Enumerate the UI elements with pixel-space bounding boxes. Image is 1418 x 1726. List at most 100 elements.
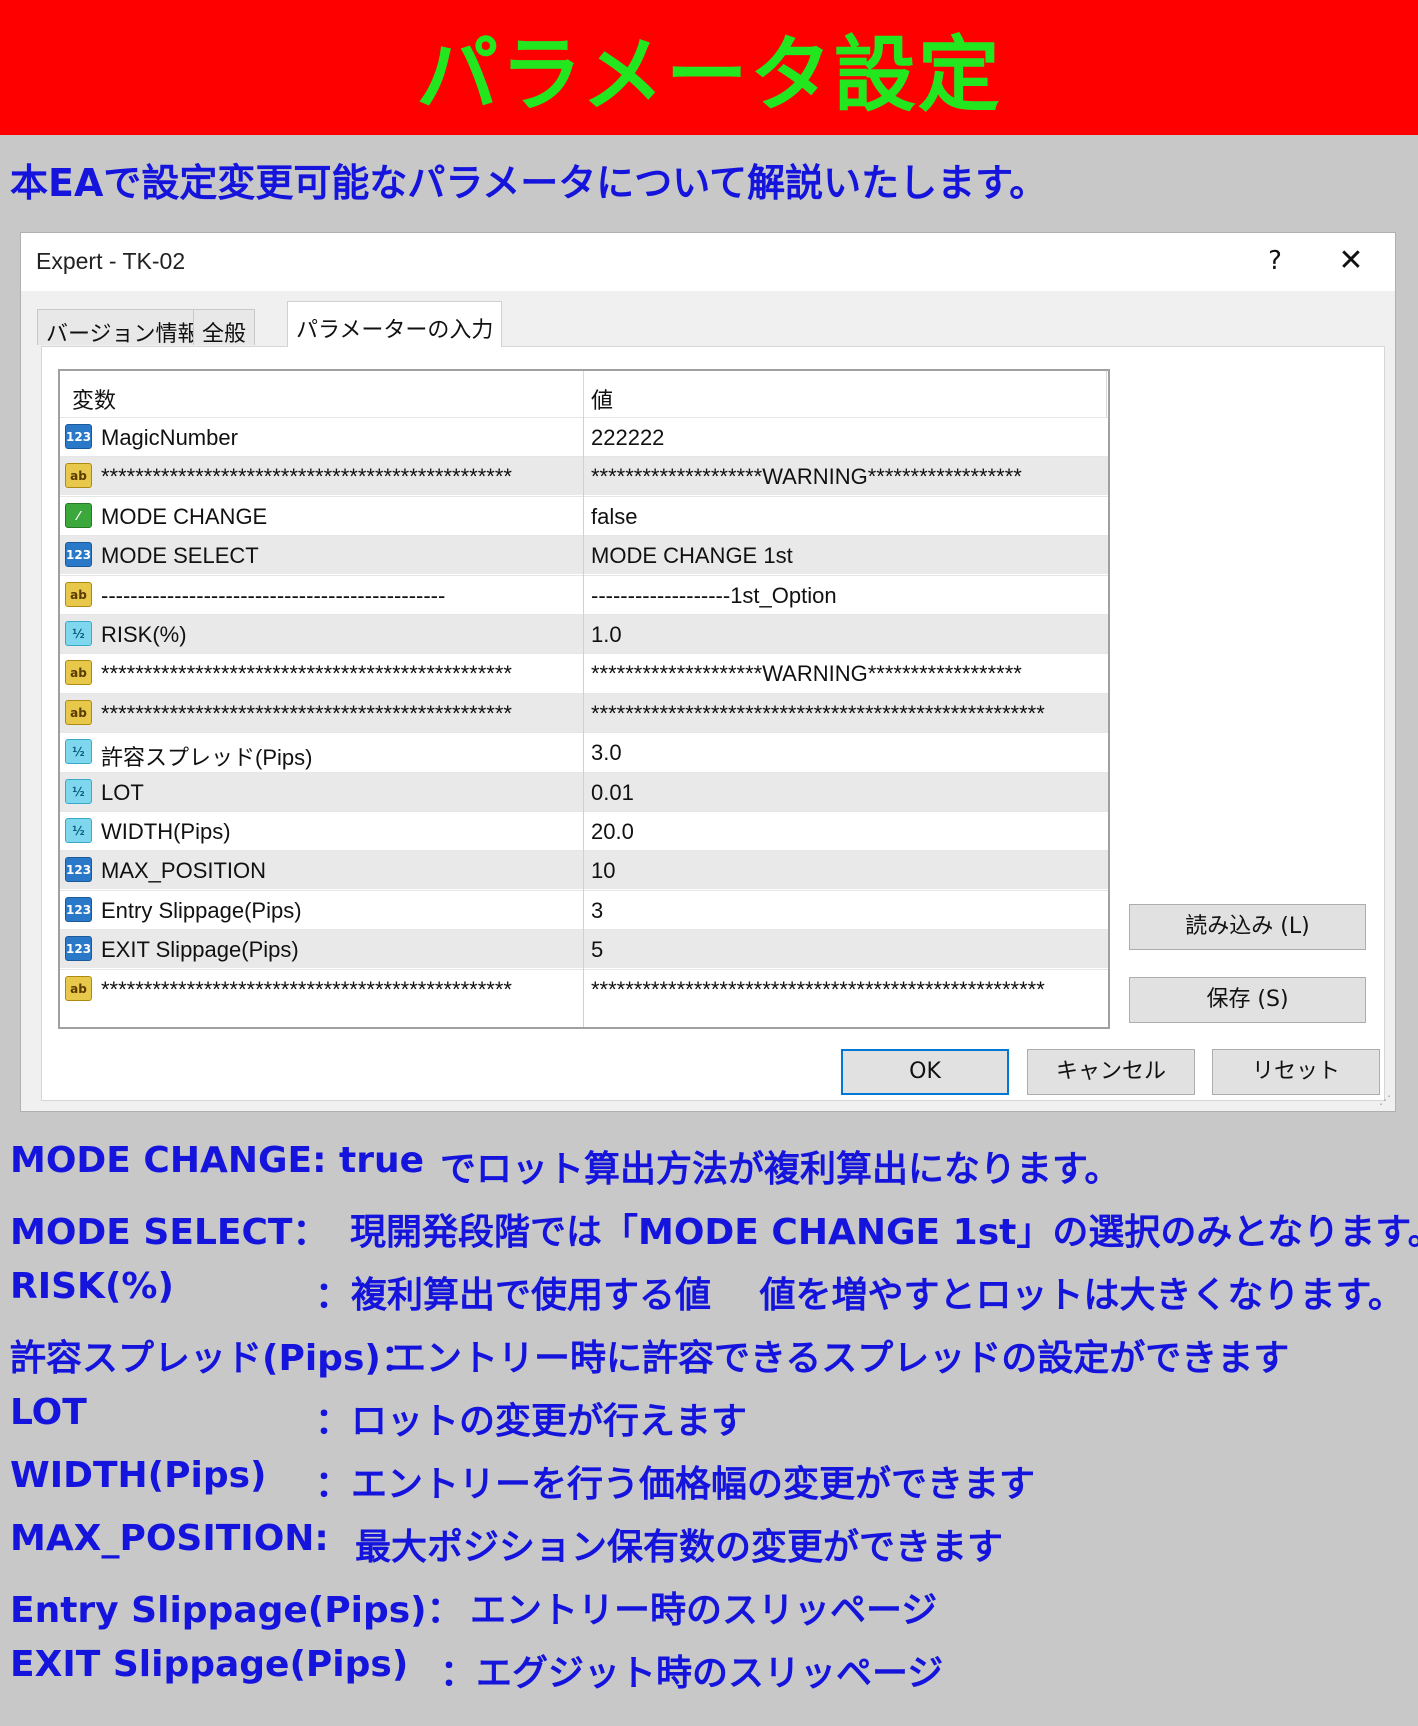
ok-button[interactable]: OK xyxy=(841,1049,1009,1095)
parameter-name: ****************************************… xyxy=(101,700,512,726)
parameter-row[interactable]: ⁄ MODE CHANGE false xyxy=(60,495,1108,535)
string-type-icon: ab xyxy=(65,581,92,607)
note-key: EXIT Slippage(Pips) xyxy=(10,1644,409,1685)
parameter-name: ****************************************… xyxy=(101,976,512,1002)
integer-type-icon: 123 xyxy=(65,542,92,568)
parameter-name: RISK(%) xyxy=(101,622,187,647)
note-desc: ：エグジット時のスリッページ xyxy=(440,1653,944,1694)
string-type-icon: ab xyxy=(65,699,92,725)
parameter-row[interactable]: ½ LOT 0.01 xyxy=(60,771,1108,811)
cancel-button[interactable]: キャンセル xyxy=(1027,1049,1195,1095)
note-desc: 最大ポジション保有数の変更ができます xyxy=(355,1527,1004,1568)
parameter-value[interactable]: 3.0 xyxy=(591,740,622,766)
reset-button[interactable]: リセット xyxy=(1212,1049,1380,1095)
integer-type-icon: 123 xyxy=(65,857,92,883)
parameter-name: ****************************************… xyxy=(101,661,512,687)
parameter-row[interactable]: 123 Entry Slippage(Pips) 3 xyxy=(60,889,1108,929)
parameter-row[interactable]: ½ RISK(%) 1.0 xyxy=(60,614,1108,653)
column-divider-end xyxy=(1106,371,1107,417)
parameter-name: Entry Slippage(Pips) xyxy=(101,897,302,923)
parameter-name: MODE CHANGE xyxy=(101,503,268,529)
note-desc: ：エントリーを行う価格幅の変更ができます xyxy=(315,1464,1036,1505)
parameter-value[interactable]: ********************WARNING*************… xyxy=(591,661,1022,687)
grid-header: 変数 値 xyxy=(60,371,1108,417)
parameter-row[interactable]: ½ WIDTH(Pips) 20.0 xyxy=(60,811,1108,850)
tab-version-info[interactable]: バージョン情報 xyxy=(37,309,209,347)
parameter-value[interactable]: 20.0 xyxy=(591,819,634,845)
parameter-value[interactable]: ****************************************… xyxy=(591,701,1045,727)
parameter-row[interactable]: ab **************************************… xyxy=(60,968,1108,1008)
parameter-name: WIDTH(Pips) xyxy=(101,819,231,844)
note-desc: ：ロットの変更が行えます xyxy=(315,1401,748,1442)
parameter-row[interactable]: ab **************************************… xyxy=(60,653,1108,692)
parameter-row[interactable]: 123 MODE SELECT MODE CHANGE 1st xyxy=(60,535,1108,575)
note-key: MODE CHANGE: true xyxy=(10,1140,425,1181)
parameter-name: EXIT Slippage(Pips) xyxy=(101,937,299,963)
close-button[interactable]: ✕ xyxy=(1331,243,1371,279)
parameter-value[interactable]: 1.0 xyxy=(591,622,622,648)
note-key: LOT xyxy=(10,1392,87,1433)
parameter-value[interactable]: 5 xyxy=(591,937,603,963)
parameter-value[interactable]: ********************WARNING*************… xyxy=(591,464,1022,490)
parameter-value[interactable]: MODE CHANGE 1st xyxy=(591,543,793,569)
parameter-name: MagicNumber xyxy=(101,425,238,450)
note-desc: でロット算出方法が複利算出になります。 xyxy=(440,1149,1121,1190)
note-key: MODE SELECT： xyxy=(10,1212,329,1253)
note-desc: ：複利算出で使用する値 値を増やすとロットは大きくなります。 xyxy=(315,1275,1404,1316)
parameters-grid: 変数 値 123 MagicNumber 222222 ab *************… xyxy=(58,369,1110,1029)
double-type-icon: ½ xyxy=(65,778,92,804)
parameter-value[interactable]: 10 xyxy=(591,858,615,884)
dialog-titlebar: Expert - TK-02 ? ✕ xyxy=(21,233,1395,291)
note-desc: エントリー時に許容できるスプレッドの設定ができます xyxy=(390,1338,1290,1379)
column-header-value[interactable]: 値 xyxy=(591,383,613,415)
boolean-type-icon: ⁄ xyxy=(65,502,92,528)
title-banner: パラメータ設定 xyxy=(0,0,1418,135)
tab-parameters[interactable]: パラメーターの入力 xyxy=(287,301,503,347)
note-desc: エントリー時のスリッページ xyxy=(470,1590,938,1631)
string-type-icon: ab xyxy=(65,975,92,1001)
tab-general[interactable]: 全般 xyxy=(193,309,256,347)
column-header-variable[interactable]: 変数 xyxy=(72,383,116,415)
banner-title: パラメータ設定 xyxy=(416,28,1002,123)
note-key: MAX_POSITION: xyxy=(10,1518,329,1559)
parameter-name: MAX_POSITION xyxy=(101,858,267,884)
note-key: RISK(%) xyxy=(10,1266,174,1307)
parameter-name: 許容スプレッド(Pips) xyxy=(101,745,313,771)
parameter-row[interactable]: ab **************************************… xyxy=(60,456,1108,496)
parameter-row[interactable]: ab --------------------------------------… xyxy=(60,574,1108,614)
parameter-row[interactable]: 123 MagicNumber 222222 xyxy=(60,417,1108,456)
parameter-value[interactable]: 222222 xyxy=(591,425,664,451)
parameter-value[interactable]: -------------------1st_Option xyxy=(591,583,837,609)
intro-text: 本EAで設定変更可能なパラメータについて解説いたします。 xyxy=(10,161,1048,205)
double-type-icon: ½ xyxy=(65,818,92,843)
save-button[interactable]: 保存 (S) xyxy=(1129,977,1366,1023)
note-key: WIDTH(Pips) xyxy=(10,1455,267,1496)
parameter-name: ----------------------------------------… xyxy=(101,582,446,608)
column-separator xyxy=(583,417,584,1027)
column-divider[interactable] xyxy=(583,371,584,417)
resize-grip-icon[interactable]: ⋰ xyxy=(1379,1093,1391,1107)
parameter-value[interactable]: false xyxy=(591,504,637,530)
string-type-icon: ab xyxy=(65,660,92,686)
parameter-row[interactable]: 123 EXIT Slippage(Pips) 5 xyxy=(60,929,1108,969)
help-button[interactable]: ? xyxy=(1255,243,1295,279)
load-button[interactable]: 読み込み (L) xyxy=(1129,904,1366,950)
note-key: Entry Slippage(Pips)： xyxy=(10,1590,463,1631)
double-type-icon: ½ xyxy=(65,739,92,765)
parameter-value[interactable]: ****************************************… xyxy=(591,977,1045,1003)
dialog-title: Expert - TK-02 xyxy=(36,248,186,274)
parameter-value[interactable]: 3 xyxy=(591,898,603,924)
integer-type-icon: 123 xyxy=(65,936,92,962)
note-desc: 現開発段階では「MODE CHANGE 1st」の選択のみとなります。 xyxy=(350,1212,1418,1253)
expert-dialog: Expert - TK-02 ? ✕ バージョン情報 全般 パラメーターの入力 … xyxy=(20,232,1396,1112)
parameter-name: MODE SELECT xyxy=(101,543,259,569)
parameter-row[interactable]: ½ 許容スプレッド(Pips) 3.0 xyxy=(60,732,1108,771)
parameter-name: ****************************************… xyxy=(101,464,512,490)
integer-type-icon: 123 xyxy=(65,896,92,922)
double-type-icon: ½ xyxy=(65,621,92,646)
parameter-value[interactable]: 0.01 xyxy=(591,780,634,806)
string-type-icon: ab xyxy=(65,463,92,489)
parameter-row[interactable]: 123 MAX_POSITION 10 xyxy=(60,850,1108,890)
note-key: 許容スプレッド(Pips)： xyxy=(10,1338,417,1379)
parameter-row[interactable]: ab **************************************… xyxy=(60,692,1108,732)
